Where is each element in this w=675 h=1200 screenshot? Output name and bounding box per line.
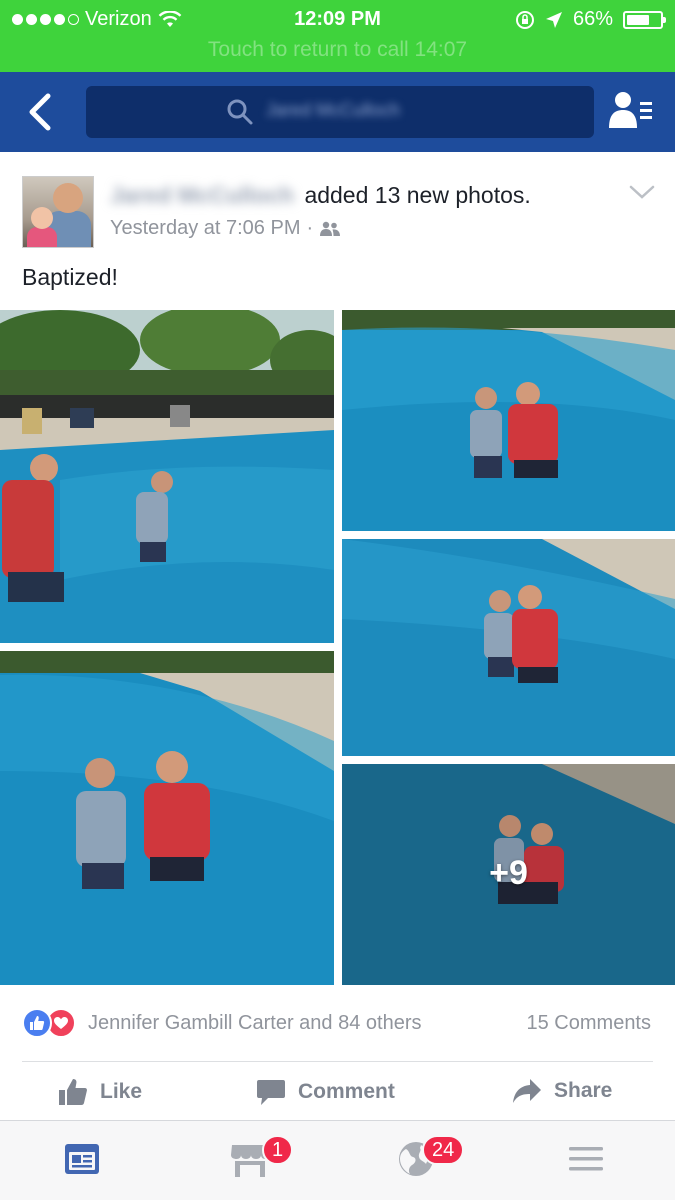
battery-percent: 66% xyxy=(572,8,613,30)
news-feed-icon xyxy=(65,1144,99,1174)
like-label: Like xyxy=(100,1080,143,1103)
tab-menu[interactable] xyxy=(566,1139,610,1183)
meta-separator: · xyxy=(306,217,314,239)
post-actions: Like Comment Share xyxy=(0,1078,675,1118)
reaction-summary[interactable]: Jennifer Gambill Carter and 84 others xyxy=(88,1012,422,1035)
like-reaction-icon xyxy=(22,1008,52,1038)
photo-4[interactable] xyxy=(0,651,334,985)
post-action-text: added 13 new photos. xyxy=(304,182,531,208)
post-timestamp[interactable]: Yesterday at 7:06 PM xyxy=(110,217,301,240)
back-arrow-icon[interactable] xyxy=(26,92,58,132)
photo-1[interactable] xyxy=(0,310,334,643)
more-photos-count: +9 xyxy=(489,854,528,892)
divider xyxy=(22,1061,653,1062)
status-bar: Verizon 12:09 PM 66% Touch to return to … xyxy=(0,0,675,72)
thumbs-up-icon xyxy=(59,1079,87,1105)
search-input[interactable]: Jared McCulloch xyxy=(86,86,594,138)
friends-audience-icon xyxy=(320,221,341,236)
menu-icon xyxy=(569,1147,603,1171)
comment-button[interactable]: Comment xyxy=(256,1078,395,1106)
tab-news-feed[interactable] xyxy=(62,1139,106,1183)
friends-icon[interactable] xyxy=(609,90,653,130)
photo-3[interactable] xyxy=(342,539,675,756)
share-button[interactable]: Share xyxy=(512,1078,612,1104)
like-button[interactable]: Like xyxy=(58,1078,142,1106)
comment-count[interactable]: 15 Comments xyxy=(527,1012,652,1035)
rotation-lock-icon xyxy=(515,10,534,29)
comment-label: Comment xyxy=(298,1080,395,1103)
return-to-call-banner[interactable]: Touch to return to call 14:07 xyxy=(0,38,675,62)
notifications-badge: 24 xyxy=(422,1135,465,1165)
avatar[interactable] xyxy=(22,176,94,248)
location-icon xyxy=(545,11,562,28)
tab-bar: 1 24 xyxy=(0,1120,675,1200)
share-arrow-icon xyxy=(513,1079,541,1103)
search-icon xyxy=(227,99,253,125)
tab-marketplace[interactable]: 1 xyxy=(228,1135,294,1183)
post-meta: Yesterday at 7:06 PM · xyxy=(110,217,341,240)
photo-5[interactable]: +9 xyxy=(342,764,675,985)
photo-2[interactable] xyxy=(342,310,675,531)
reaction-icons[interactable] xyxy=(22,1008,76,1038)
chevron-down-icon[interactable] xyxy=(629,184,655,200)
battery-icon xyxy=(623,10,666,29)
author-name[interactable]: Jared McCulloch xyxy=(110,182,294,209)
search-query: Jared McCulloch xyxy=(266,100,401,120)
post-caption: Baptized! xyxy=(22,264,118,290)
share-label: Share xyxy=(554,1079,613,1102)
marketplace-badge: 1 xyxy=(262,1135,294,1165)
app-header: Jared McCulloch xyxy=(0,72,675,152)
post-header: Jared McCulloch added 13 new photos. xyxy=(110,182,531,209)
tab-notifications[interactable]: 24 xyxy=(396,1135,465,1183)
comment-icon xyxy=(257,1080,285,1105)
